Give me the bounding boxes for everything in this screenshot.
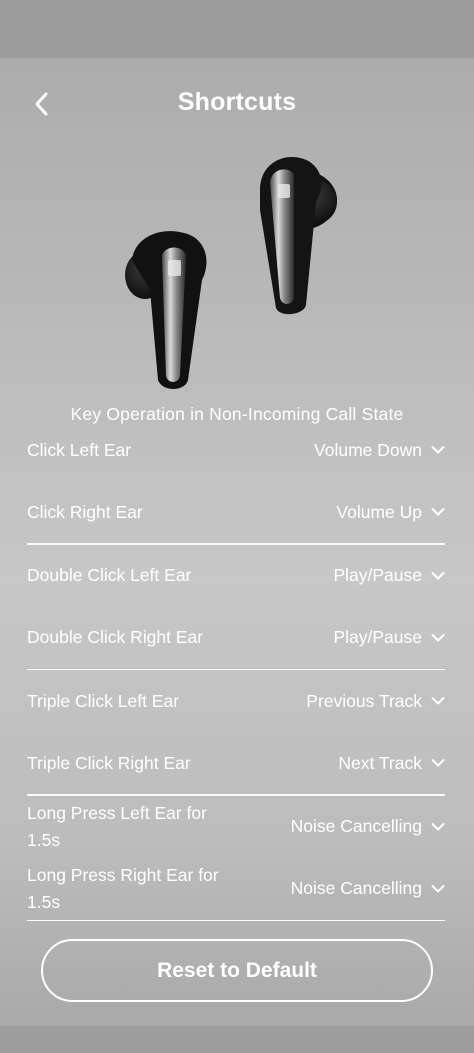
shortcut-value: Volume Down bbox=[314, 439, 422, 460]
chevron-down-icon bbox=[431, 443, 445, 457]
earbuds-image bbox=[110, 140, 360, 395]
shortcut-value-dropdown[interactable]: Noise Cancelling bbox=[291, 816, 445, 837]
shortcut-label: Long Press Right Ear for 1.5s bbox=[27, 864, 219, 912]
chevron-down-icon bbox=[431, 631, 445, 645]
shortcut-value: Previous Track bbox=[306, 690, 422, 711]
shortcut-row-click-right-ear[interactable]: Click Right Ear Volume Up bbox=[27, 481, 445, 543]
divider bbox=[27, 919, 445, 921]
chevron-down-icon bbox=[431, 694, 445, 708]
shortcut-value-dropdown[interactable]: Volume Down bbox=[314, 440, 445, 461]
shortcut-value-dropdown[interactable]: Previous Track bbox=[306, 691, 445, 712]
left-earbud bbox=[125, 231, 207, 389]
shortcut-value-dropdown[interactable]: Play/Pause bbox=[333, 627, 445, 648]
shortcut-value: Next Track bbox=[338, 752, 422, 773]
navigation-bar bbox=[0, 1026, 474, 1053]
shortcut-row-double-click-right-ear[interactable]: Double Click Right Ear Play/Pause bbox=[27, 607, 445, 669]
shortcut-row-double-click-left-ear[interactable]: Double Click Left Ear Play/Pause bbox=[27, 545, 445, 607]
shortcut-value: Noise Cancelling bbox=[290, 816, 422, 836]
shortcut-row-triple-click-left-ear[interactable]: Triple Click Left Ear Previous Track bbox=[27, 670, 445, 732]
shortcut-value: Volume Up bbox=[336, 501, 422, 522]
shortcut-row-long-press-right-ear[interactable]: Long Press Right Ear for 1.5s Noise Canc… bbox=[27, 858, 445, 920]
shortcut-value: Play/Pause bbox=[333, 627, 422, 647]
shortcut-value: Play/Pause bbox=[333, 565, 422, 585]
chevron-down-icon bbox=[431, 569, 445, 583]
shortcut-value-dropdown[interactable]: Next Track bbox=[338, 753, 445, 774]
shortcut-label: Double Click Left Ear bbox=[27, 565, 192, 585]
shortcut-value-dropdown[interactable]: Volume Up bbox=[336, 502, 445, 523]
shortcut-value-dropdown[interactable]: Play/Pause bbox=[333, 565, 445, 586]
right-earbud bbox=[260, 157, 337, 315]
status-bar bbox=[0, 0, 474, 58]
shortcut-label: Long Press Left Ear for 1.5s bbox=[27, 802, 207, 850]
shortcut-row-click-left-ear[interactable]: Click Left Ear Volume Down bbox=[27, 419, 445, 481]
shortcut-value-dropdown[interactable]: Noise Cancelling bbox=[291, 878, 445, 899]
shortcut-value: Noise Cancelling bbox=[290, 878, 422, 898]
shortcut-list: Click Left Ear Volume Down Click Right E… bbox=[27, 419, 445, 921]
chevron-down-icon bbox=[431, 882, 445, 896]
shortcut-label: Click Right Ear bbox=[27, 501, 143, 522]
header: Shortcuts bbox=[0, 78, 474, 130]
shortcut-label: Triple Click Left Ear bbox=[27, 690, 180, 711]
shortcut-row-triple-click-right-ear[interactable]: Triple Click Right Ear Next Track bbox=[27, 732, 445, 794]
chevron-down-icon bbox=[431, 505, 445, 519]
shortcut-row-long-press-left-ear[interactable]: Long Press Left Ear for 1.5s Noise Cance… bbox=[27, 796, 445, 858]
shortcut-label: Triple Click Right Ear bbox=[27, 752, 191, 773]
shortcut-label: Click Left Ear bbox=[27, 439, 132, 460]
shortcut-label: Double Click Right Ear bbox=[27, 627, 204, 647]
chevron-down-icon bbox=[431, 756, 445, 770]
chevron-down-icon bbox=[431, 820, 445, 834]
page-title: Shortcuts bbox=[177, 88, 297, 116]
reset-to-default-button[interactable]: Reset to Default bbox=[41, 939, 433, 1002]
